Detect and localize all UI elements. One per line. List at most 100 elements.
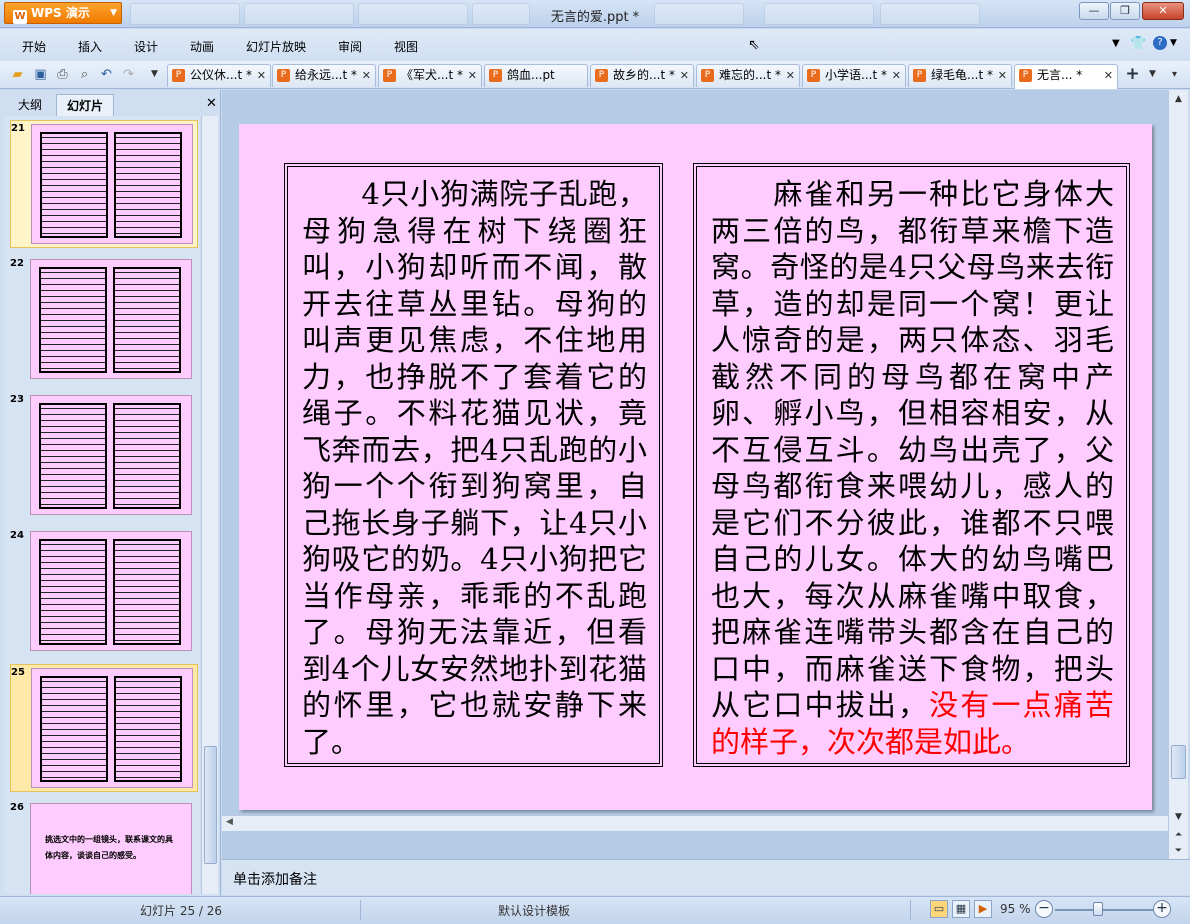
doc-tab[interactable]: P 《军犬...t * ✕ <box>378 64 482 87</box>
close-tab-icon[interactable]: ✕ <box>1104 65 1113 86</box>
slide-canvas[interactable]: 4只小狗满院子乱跑，母狗急得在树下绕圈狂叫，小狗却听而不闻，散开去往草丛里钻。母… <box>239 124 1152 810</box>
tab-slides[interactable]: 幻灯片 <box>56 94 114 116</box>
maximize-button[interactable]: ❐ <box>1110 2 1140 20</box>
zoom-out-icon[interactable]: − <box>1035 900 1053 918</box>
slide-number: 22 <box>10 258 24 269</box>
close-tab-icon[interactable]: ✕ <box>257 65 266 86</box>
open-icon[interactable]: ▰ <box>9 66 26 83</box>
doc-tab-label: 故乡的...t * <box>613 68 675 82</box>
help-icon[interactable]: ? <box>1153 36 1167 50</box>
slide-number: 21 <box>11 123 25 134</box>
text-box-right[interactable]: 麻雀和另一种比它身体大两三倍的鸟，都衔草来檐下造窝。奇怪的是4只父母鸟来去衔草，… <box>693 163 1130 767</box>
doc-tab-label: 鸽血...pt <box>507 68 555 82</box>
doc-tab[interactable]: P 难忘的...t * ✕ <box>696 64 800 87</box>
menu-review[interactable]: 审阅 <box>338 38 362 55</box>
ppt-file-icon: P <box>383 69 396 82</box>
doc-tab[interactable]: P 绿毛龟...t * ✕ <box>908 64 1012 87</box>
title-bar: W WPS 演示 ▼ 无言的爱.ppt * — ❐ ✕ <box>0 0 1190 28</box>
slide-sorter-icon[interactable]: ▦ <box>952 900 970 918</box>
slide-preview <box>30 395 192 515</box>
close-tab-icon[interactable]: ✕ <box>892 65 901 86</box>
slide-counter: 幻灯片 25 / 26 <box>140 904 223 918</box>
new-tab-icon[interactable]: + <box>1124 66 1141 83</box>
zoom-level: 95 % <box>1000 902 1031 916</box>
chevron-down-icon[interactable]: ▼ <box>1144 66 1161 83</box>
text-column <box>114 676 182 782</box>
slide-thumbnail-selected[interactable]: 25 <box>10 664 198 792</box>
scroll-down-icon[interactable]: ▼ <box>1171 810 1186 824</box>
doc-tab[interactable]: P 故乡的...t * ✕ <box>590 64 694 87</box>
close-button[interactable]: ✕ <box>1142 2 1184 20</box>
menu-design[interactable]: 设计 <box>134 38 158 55</box>
slide-thumbnail[interactable]: 24 <box>10 528 198 656</box>
doc-tab-label: 绿毛龟...t * <box>931 68 993 82</box>
chevron-down-icon[interactable]: ▼ <box>1170 38 1177 48</box>
text-box-left[interactable]: 4只小狗满院子乱跑，母狗急得在树下绕圈狂叫，小狗却听而不闻，散开去往草丛里钻。母… <box>284 163 663 767</box>
menu-home[interactable]: 开始 <box>22 38 46 55</box>
scrollbar-thumb[interactable] <box>1171 745 1186 779</box>
slideshow-icon[interactable]: ▶ <box>974 900 992 918</box>
print-preview-icon[interactable]: ⌕ <box>76 66 93 83</box>
thumbnail-scrollbar[interactable] <box>201 116 218 894</box>
doc-tab-label: 《军犬...t * <box>401 68 463 82</box>
customize-toolbar-icon[interactable]: ▼ <box>146 66 163 83</box>
skin-shirt-icon[interactable]: 👕 <box>1130 36 1146 51</box>
ppt-file-icon: P <box>489 69 502 82</box>
text-column <box>40 132 108 238</box>
close-pane-icon[interactable]: ✕ <box>206 96 217 111</box>
notes-placeholder: 单击添加备注 <box>233 872 317 888</box>
close-tab-icon[interactable]: ✕ <box>468 65 477 86</box>
slide-preview: 挑选文中的一组镜头，联系课文的具体内容，谈谈自己的感受。 <box>30 803 192 894</box>
notes-pane[interactable]: 单击添加备注 <box>222 859 1190 895</box>
zoom-slider[interactable] <box>1055 909 1155 911</box>
menu-slideshow[interactable]: 幻灯片放映 <box>246 38 306 55</box>
ppt-file-icon: P <box>595 69 608 82</box>
menu-insert[interactable]: 插入 <box>78 38 102 55</box>
slide-thumbnails: 21 22 23 24 25 26 挑选文中的一组镜头，联系课文的具体内容，谈谈… <box>4 116 200 894</box>
tab-outline[interactable]: 大纲 <box>8 94 52 116</box>
previous-slide-icon[interactable]: ⏶ <box>1171 828 1186 842</box>
horizontal-scrollbar[interactable]: ◀ <box>222 815 1168 831</box>
template-name: 默认设计模板 <box>498 904 571 918</box>
next-slide-icon[interactable]: ⏷ <box>1171 844 1186 858</box>
redo-icon[interactable]: ↷ <box>120 66 137 83</box>
slide-thumbnail[interactable]: 26 挑选文中的一组镜头，联系课文的具体内容，谈谈自己的感受。 <box>10 800 198 894</box>
zoom-slider-thumb[interactable] <box>1093 902 1103 916</box>
slide-thumbnail[interactable]: 21 <box>10 120 198 248</box>
scroll-left-icon[interactable]: ◀ <box>226 817 233 827</box>
ppt-file-icon: P <box>701 69 714 82</box>
menu-view[interactable]: 视图 <box>394 38 418 55</box>
normal-view-icon[interactable]: ▭ <box>930 900 948 918</box>
close-tab-icon[interactable]: ✕ <box>680 65 689 86</box>
close-tab-icon[interactable]: ✕ <box>362 65 371 86</box>
print-icon[interactable]: ⎙ <box>54 66 71 83</box>
doc-tab[interactable]: P 小学语...t * ✕ <box>802 64 906 87</box>
doc-tab-active[interactable]: P 无言... * ✕ <box>1014 64 1118 89</box>
doc-tab[interactable]: P 公仪休...t * ✕ <box>167 64 271 87</box>
slide-thumbnail[interactable]: 22 <box>10 256 198 384</box>
text-column <box>39 539 107 645</box>
doc-tab[interactable]: P 给永远...t * ✕ <box>272 64 376 87</box>
divider <box>910 900 911 920</box>
close-tab-icon[interactable]: ✕ <box>998 65 1007 86</box>
divider <box>360 900 361 920</box>
slide-thumbnail[interactable]: 23 <box>10 392 198 520</box>
ppt-file-icon: P <box>807 69 820 82</box>
slide-scrollbar[interactable]: ▲ ▼ ⏶ ⏷ <box>1168 90 1188 860</box>
tab-list-icon[interactable]: ▾ <box>1166 66 1183 83</box>
slide-number: 26 <box>10 802 24 813</box>
scrollbar-thumb[interactable] <box>204 746 217 864</box>
doc-tab[interactable]: P 鸽血...pt <box>484 64 588 87</box>
scroll-up-icon[interactable]: ▲ <box>1171 92 1186 106</box>
menu-animation[interactable]: 动画 <box>190 38 214 55</box>
ppt-file-icon: P <box>277 69 290 82</box>
minimize-button[interactable]: — <box>1079 2 1109 20</box>
chevron-down-icon[interactable]: ▼ <box>1112 38 1120 49</box>
doc-tab-label: 公仪休...t * <box>190 68 252 82</box>
text-column <box>40 676 108 782</box>
zoom-in-icon[interactable]: + <box>1153 900 1171 918</box>
slide-number: 24 <box>10 530 24 541</box>
save-icon[interactable]: ▣ <box>32 66 49 83</box>
close-tab-icon[interactable]: ✕ <box>786 65 795 86</box>
undo-icon[interactable]: ↶ <box>98 66 115 83</box>
